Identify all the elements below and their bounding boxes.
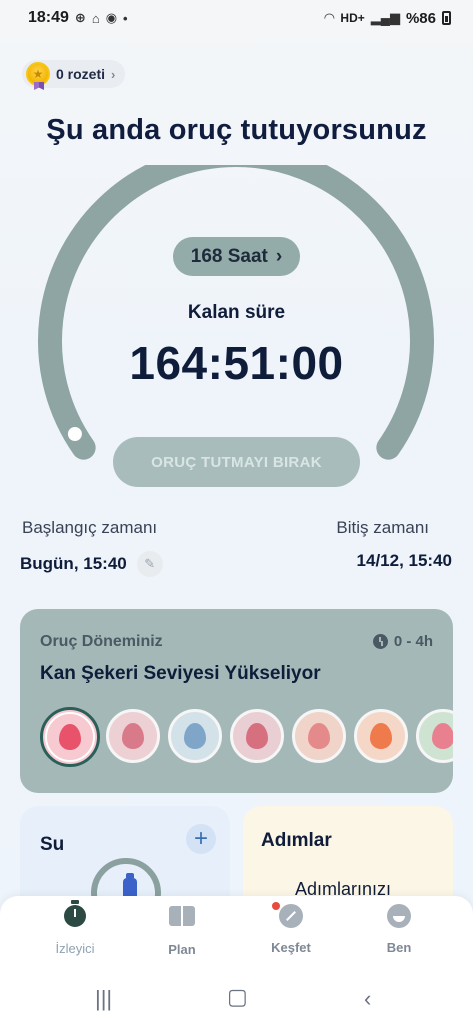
more-notifications-dot-icon: • — [123, 10, 128, 26]
app-notification-icon: ⊕ — [74, 10, 86, 25]
fasting-stages-list — [40, 707, 453, 769]
tab-me[interactable]: Ben — [359, 902, 439, 955]
explore-nav-icon — [272, 902, 304, 930]
back-icon[interactable]: ‹ — [364, 986, 371, 1012]
status-bar-left: 18:49 ⊕ ⌂ ◉ • — [28, 9, 128, 27]
fat-burning-start-stage[interactable] — [230, 709, 284, 763]
insulin-balance-stage[interactable] — [168, 709, 222, 763]
remaining-time-value: 164:51:00 — [129, 337, 344, 389]
steps-title: Adımlar — [261, 830, 332, 851]
page-title: Şu anda oruç tutuyorsunuz — [46, 114, 427, 146]
ketosis-icon — [308, 723, 330, 749]
water-title: Su — [40, 834, 65, 855]
plan-hours-label: 168 Saat — [190, 245, 268, 267]
status-time: 18:49 — [28, 9, 69, 26]
add-water-button[interactable]: + — [186, 824, 216, 854]
system-navigation-bar: ||| ▢ ‹ — [0, 974, 473, 1024]
period-range-value: 0 - 4h — [393, 633, 433, 650]
plan-hours-button[interactable]: 168 Saat › — [173, 237, 300, 276]
book-icon — [169, 906, 195, 926]
tab-tracker-label: İzleyici — [55, 941, 95, 956]
end-time-label: Bitiş zamanı — [336, 518, 429, 537]
status-bar-right: ◠ HD+ ▂▄▆ %86 — [324, 10, 451, 27]
status-bar: 18:49 ⊕ ⌂ ◉ • ◠ HD+ ▂▄▆ %86 — [0, 0, 473, 36]
network-type: HD+ — [340, 11, 365, 25]
chevron-right-icon: › — [111, 66, 116, 82]
edit-pencil-icon[interactable]: ✎ — [136, 551, 163, 577]
tab-plan-label: Plan — [168, 942, 196, 957]
clock-icon — [372, 634, 388, 649]
start-time: Bugün, 15:40 ✎ — [20, 551, 163, 577]
tab-me-label: Ben — [386, 940, 412, 955]
tracker-nav-icon — [62, 900, 88, 931]
signal-icon: ▂▄▆ — [370, 10, 400, 25]
bottom-navigation: İzleyici Plan Keşfet Ben — [0, 896, 473, 974]
recent-apps-icon[interactable]: ||| — [95, 986, 112, 1012]
period-title: Kan Şekeri Seviyesi Yükseliyor — [40, 663, 321, 684]
whatsapp-icon: ◉ — [105, 10, 118, 25]
wifi-icon: ◠ — [324, 10, 335, 25]
ketosis-stage[interactable] — [292, 709, 346, 763]
me-nav-icon — [386, 904, 412, 930]
start-time-label: Başlangıç zamanı — [22, 518, 158, 537]
insulin-balance-icon — [184, 723, 206, 749]
blood-sugar-falling-icon — [122, 723, 144, 749]
blood-sugar-rising-stage[interactable] — [40, 707, 100, 767]
blood-sugar-rising-icon — [59, 724, 81, 750]
compass-icon — [279, 904, 303, 928]
autophagy-stage[interactable] — [416, 709, 453, 763]
badges-button[interactable]: ★ 0 rozeti › — [22, 60, 126, 88]
chevron-right-icon: › — [275, 245, 283, 267]
remaining-time-label: Kalan süre — [187, 302, 286, 323]
autophagy-icon — [432, 723, 453, 749]
plan-nav-icon — [169, 906, 195, 932]
battery-icon — [442, 11, 451, 25]
tab-plan[interactable]: Plan — [142, 902, 222, 957]
home-icon[interactable]: ▢ — [227, 984, 248, 1010]
mosque-icon: ⌂ — [91, 10, 100, 26]
fat-burning-start-icon — [246, 723, 268, 749]
battery-percent: %86 — [405, 9, 436, 27]
end-time-value: 14/12, 15:40 — [356, 551, 452, 570]
ring-progress-knob — [63, 423, 86, 445]
blood-sugar-falling-stage[interactable] — [106, 709, 160, 763]
tab-explore[interactable]: Keşfet — [251, 902, 331, 955]
medal-icon: ★ — [26, 62, 50, 86]
fire-burning-icon — [370, 723, 392, 749]
period-label: Oruç Döneminiz — [40, 633, 163, 650]
notification-dot-icon — [272, 902, 280, 910]
fire-burning-stage[interactable] — [354, 709, 408, 763]
stop-fasting-button[interactable]: ORUÇ TUTMAYI BIRAK — [113, 437, 360, 487]
fasting-period-card[interactable]: Oruç Döneminiz 0 - 4h Kan Şekeri Seviyes… — [20, 609, 453, 793]
tab-explore-label: Keşfet — [271, 940, 311, 955]
period-range: 0 - 4h — [372, 633, 433, 650]
stopwatch-icon — [64, 900, 86, 927]
profile-face-icon — [387, 904, 411, 928]
start-time-value: Bugün, 15:40 — [20, 554, 127, 573]
badges-label: 0 rozeti — [56, 66, 106, 82]
tab-tracker[interactable]: İzleyici — [35, 900, 115, 956]
